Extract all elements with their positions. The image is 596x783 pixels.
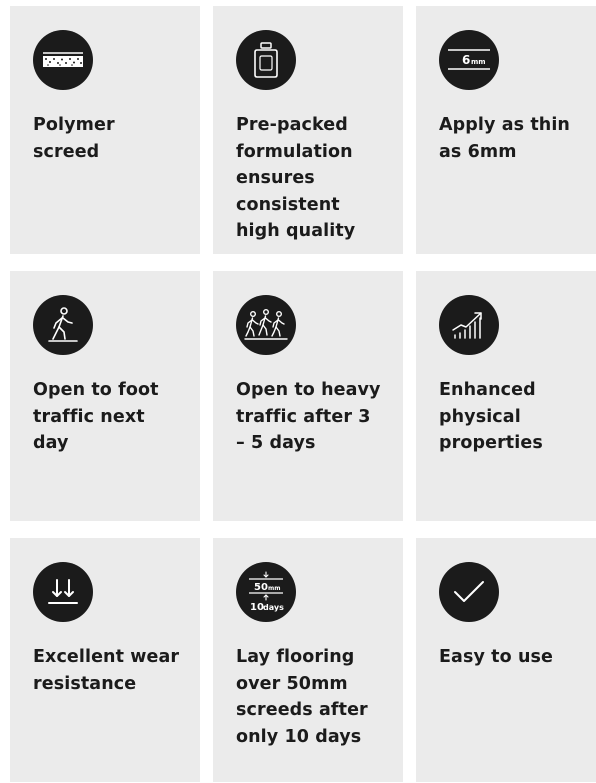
feature-label: Easy to use [439,647,554,667]
thickness-6mm-icon: 6 mm [439,30,499,90]
feature-label: Open to heavy traffic after 3 – 5 days [236,380,381,453]
growth-chart-icon [439,295,499,355]
feature-card-pre-packed: Pre-packed formulation ensures consisten… [213,6,403,254]
group-walking-icon [236,295,296,355]
days-unit: days [263,603,284,612]
feature-card-50mm-10days: 50 mm 10 days Lay flooring over 50mm scr… [213,538,403,782]
feature-card-easy-to-use: Easy to use [416,538,596,782]
feature-card-thin-6mm: 6 mm Apply as thin as 6mm [416,6,596,254]
feature-card-enhanced-properties: Enhanced physical properties [416,271,596,521]
feature-label: Apply as thin as 6mm [439,115,570,162]
feature-label: Polymer screed [33,115,115,162]
depth-unit: mm [268,585,281,592]
depth-value: 50 [254,582,268,593]
feature-label: Lay flooring over 50mm screeds after onl… [236,647,368,747]
walking-person-icon [33,295,93,355]
feature-card-wear-resistance: Excellent wear resistance [10,538,200,782]
screed-layer-icon [33,30,93,90]
feature-label: Pre-packed formulation ensures consisten… [236,115,356,241]
down-arrows-icon [33,562,93,622]
feature-label: Excellent wear resistance [33,647,180,694]
feature-label: Enhanced physical properties [439,380,543,453]
screed-50mm-10days-icon: 50 mm 10 days [236,562,296,622]
feature-card-heavy-traffic: Open to heavy traffic after 3 – 5 days [213,271,403,521]
check-icon [439,562,499,622]
feature-card-foot-traffic: Open to foot traffic next day [10,271,200,521]
thickness-value: 6 [462,53,470,67]
thickness-unit: mm [471,58,486,66]
feature-label: Open to foot traffic next day [33,380,159,453]
features-grid: Polymer screed Pre-packed formulation en… [10,6,596,782]
feature-card-polymer-screed: Polymer screed [10,6,200,254]
container-icon [236,30,296,90]
days-value: 10 [250,602,264,613]
